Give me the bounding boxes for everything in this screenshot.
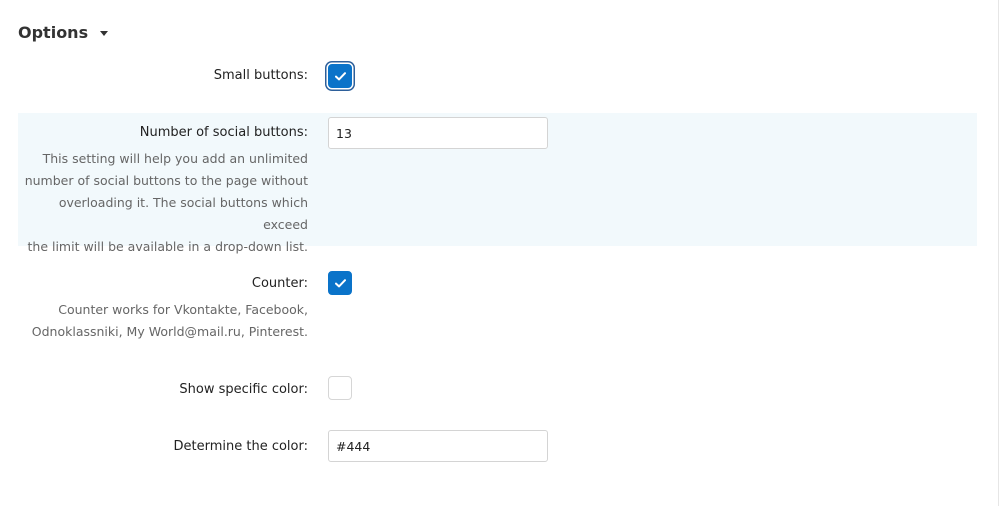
description-line: number of social buttons to the page wit… bbox=[24, 173, 308, 188]
specific-color-row: Show specific color: bbox=[18, 372, 977, 406]
color-label: Determine the color: bbox=[173, 439, 309, 454]
social-buttons-label: Number of social buttons: bbox=[139, 125, 308, 140]
caret-down-icon bbox=[100, 30, 109, 36]
counter-label: Counter: bbox=[251, 276, 308, 291]
description-line: overloading it. The social buttons which… bbox=[58, 195, 308, 232]
counter-checkbox[interactable] bbox=[328, 271, 352, 295]
specific-color-checkbox[interactable] bbox=[328, 376, 352, 400]
section-title: Options bbox=[18, 22, 89, 42]
counter-row: Counter: Counter works for Vkontakte, Fa… bbox=[18, 266, 977, 346]
specific-color-label: Show specific color: bbox=[179, 382, 308, 397]
options-section-toggle[interactable]: Options bbox=[18, 20, 109, 44]
counter-description: Counter works for Vkontakte, Facebook, O… bbox=[18, 299, 308, 343]
small-buttons-label: Small buttons: bbox=[213, 68, 308, 83]
description-line: the limit will be available in a drop-do… bbox=[27, 239, 309, 254]
social-buttons-input[interactable] bbox=[328, 117, 548, 149]
small-buttons-row: Small buttons: bbox=[18, 60, 977, 92]
description-line: Odnoklassniki, My World@mail.ru, Pintere… bbox=[31, 324, 308, 339]
social-buttons-row: Number of social buttons: This setting w… bbox=[18, 113, 977, 254]
social-buttons-description: This setting will help you add an unlimi… bbox=[18, 148, 308, 258]
checkmark-icon bbox=[334, 278, 346, 287]
checkmark-icon bbox=[334, 71, 346, 80]
description-line: This setting will help you add an unlimi… bbox=[42, 151, 308, 166]
small-buttons-checkbox[interactable] bbox=[328, 64, 352, 88]
options-panel: Options Small buttons: Number of social … bbox=[0, 0, 999, 506]
description-line: Counter works for Vkontakte, Facebook, bbox=[58, 302, 308, 317]
color-row: Determine the color: bbox=[18, 426, 977, 466]
color-input[interactable] bbox=[328, 430, 548, 462]
